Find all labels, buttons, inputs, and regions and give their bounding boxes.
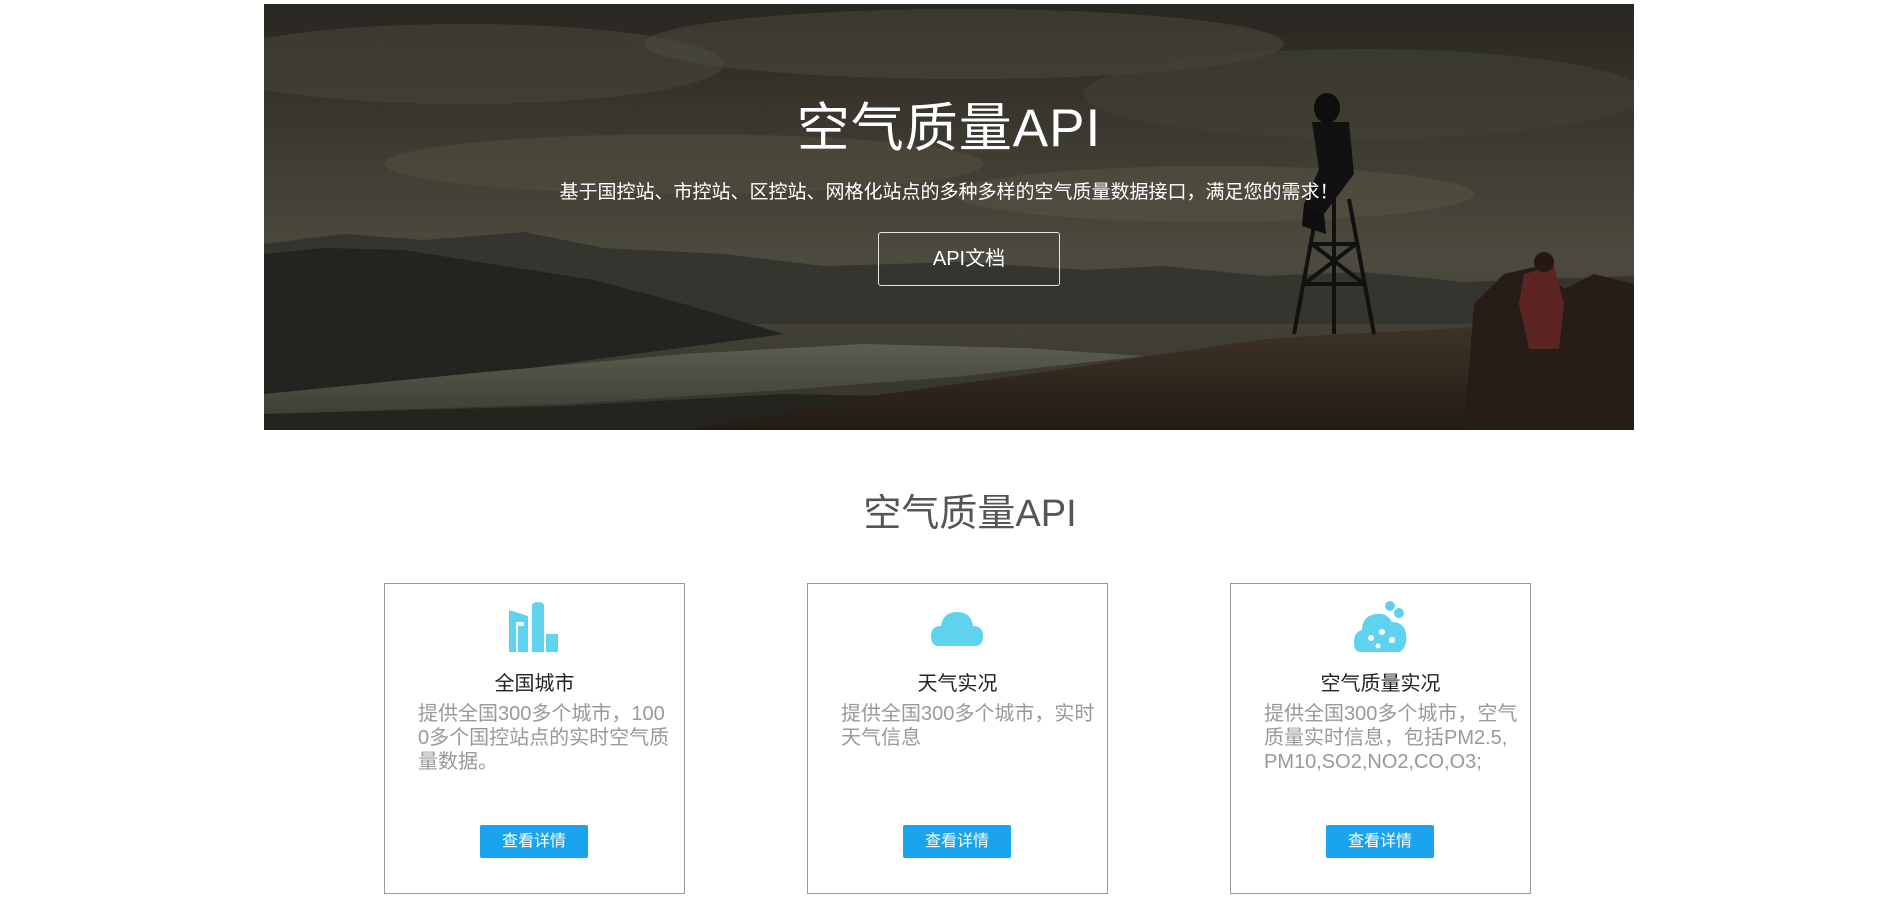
card-title: 空气质量实况	[1320, 673, 1441, 695]
card-air-quality-live: 空气质量实况 提供全国300多个城市，空气质量实时信息，包括PM2.5,PM10…	[1230, 583, 1531, 894]
api-docs-button[interactable]: API文档	[878, 232, 1060, 286]
card-description: 提供全国300多个城市，1000多个国控站点的实时空气质量数据。	[418, 703, 670, 773]
card-title: 全国城市	[494, 673, 575, 695]
hero-subtitle: 基于国控站、市控站、区控站、网格化站点的多种多样的空气质量数据接口，满足您的需求…	[559, 182, 1339, 203]
hero-background-image	[264, 4, 1634, 430]
page: 空气质量API 基于国控站、市控站、区控站、网格化站点的多种多样的空气质量数据接…	[0, 0, 1890, 919]
card-description: 提供全国300多个城市，空气质量实时信息，包括PM2.5,PM10,SO2,NO…	[1264, 703, 1518, 773]
section-title: 空气质量API	[863, 493, 1077, 535]
pollution-cloud-icon	[1354, 601, 1407, 652]
city-buildings-icon	[509, 602, 558, 652]
card-national-cities: 全国城市 提供全国300多个城市，1000多个国控站点的实时空气质量数据。 查看…	[384, 583, 685, 894]
view-details-button[interactable]: 查看详情	[1326, 825, 1434, 858]
card-weather-live: 天气实况 提供全国300多个城市，实时天气信息 查看详情	[807, 583, 1108, 894]
hero-banner: 空气质量API 基于国控站、市控站、区控站、网格化站点的多种多样的空气质量数据接…	[264, 4, 1634, 430]
view-details-button[interactable]: 查看详情	[480, 825, 588, 858]
card-title: 天气实况	[917, 673, 998, 695]
cloud-icon	[931, 612, 983, 646]
view-details-button[interactable]: 查看详情	[903, 825, 1011, 858]
card-description: 提供全国300多个城市，实时天气信息	[841, 703, 1095, 749]
hero-title: 空气质量API	[796, 99, 1102, 158]
